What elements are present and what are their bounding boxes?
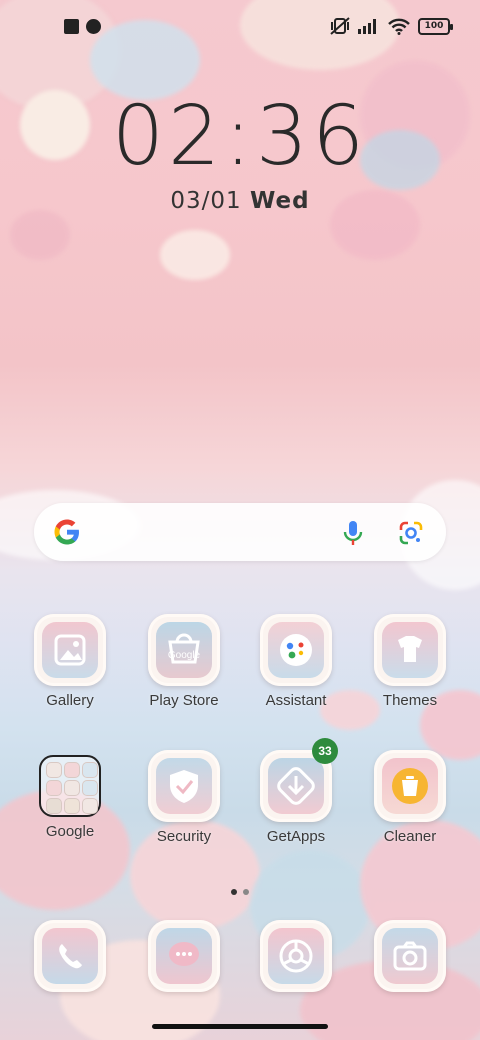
app-cleaner[interactable]: Cleaner	[360, 750, 460, 845]
security-icon	[148, 750, 220, 822]
google-search-bar[interactable]	[34, 503, 446, 561]
messages-icon	[148, 920, 220, 992]
play-store-wordmark: Google	[167, 650, 201, 661]
app-assistant[interactable]: Assistant	[246, 614, 346, 709]
folder-icon	[39, 755, 101, 817]
app-folder-google[interactable]: Google	[20, 750, 120, 840]
app-themes[interactable]: Themes	[360, 614, 460, 709]
vibrate-icon	[330, 17, 350, 35]
app-label: Gallery	[46, 692, 94, 709]
lock-date: 03/01 Wed	[0, 188, 480, 214]
camera-icon	[374, 920, 446, 992]
app-security[interactable]: Security	[134, 750, 234, 845]
weekday-text: Wed	[249, 188, 310, 214]
gallery-icon	[34, 614, 106, 686]
app-label: Cleaner	[383, 828, 437, 845]
app-play-store[interactable]: Google Play Store	[134, 614, 234, 709]
dock-phone[interactable]	[20, 920, 120, 992]
assistant-icon	[260, 614, 332, 686]
themes-icon	[374, 614, 446, 686]
lock-clock: 02:36	[111, 89, 369, 184]
dock-messages[interactable]	[134, 920, 234, 992]
app-label: Security	[156, 828, 212, 845]
play-store-icon: Google	[148, 614, 220, 686]
home-gesture-bar[interactable]	[152, 1024, 328, 1029]
notification-app-icon	[86, 19, 101, 34]
app-getapps[interactable]: 33 GetApps	[246, 738, 346, 845]
app-label: Themes	[382, 692, 438, 709]
signal-icon	[358, 19, 376, 34]
lens-icon[interactable]	[398, 520, 424, 546]
battery-icon: 100	[418, 17, 453, 35]
page-dot-active	[231, 889, 237, 895]
notification-square-icon	[64, 19, 79, 34]
app-label: GetApps	[266, 828, 326, 845]
dock-browser[interactable]	[246, 920, 346, 992]
getapps-icon: 33	[260, 738, 338, 822]
cleaner-icon	[374, 750, 446, 822]
dock-camera[interactable]	[360, 920, 460, 992]
app-label: Assistant	[265, 692, 327, 709]
notification-badge: 33	[312, 738, 338, 764]
mic-icon[interactable]	[340, 519, 366, 547]
app-label: Play Store	[149, 692, 219, 709]
date-text: 03/01	[170, 188, 242, 214]
page-indicator	[0, 880, 480, 899]
app-gallery[interactable]: Gallery	[20, 614, 120, 709]
browser-icon	[260, 920, 332, 992]
phone-icon	[34, 920, 106, 992]
page-dot	[243, 889, 249, 895]
google-logo-icon	[54, 519, 79, 545]
app-label: Google	[45, 823, 95, 840]
status-bar: 100	[0, 0, 480, 56]
wifi-icon	[388, 18, 410, 35]
